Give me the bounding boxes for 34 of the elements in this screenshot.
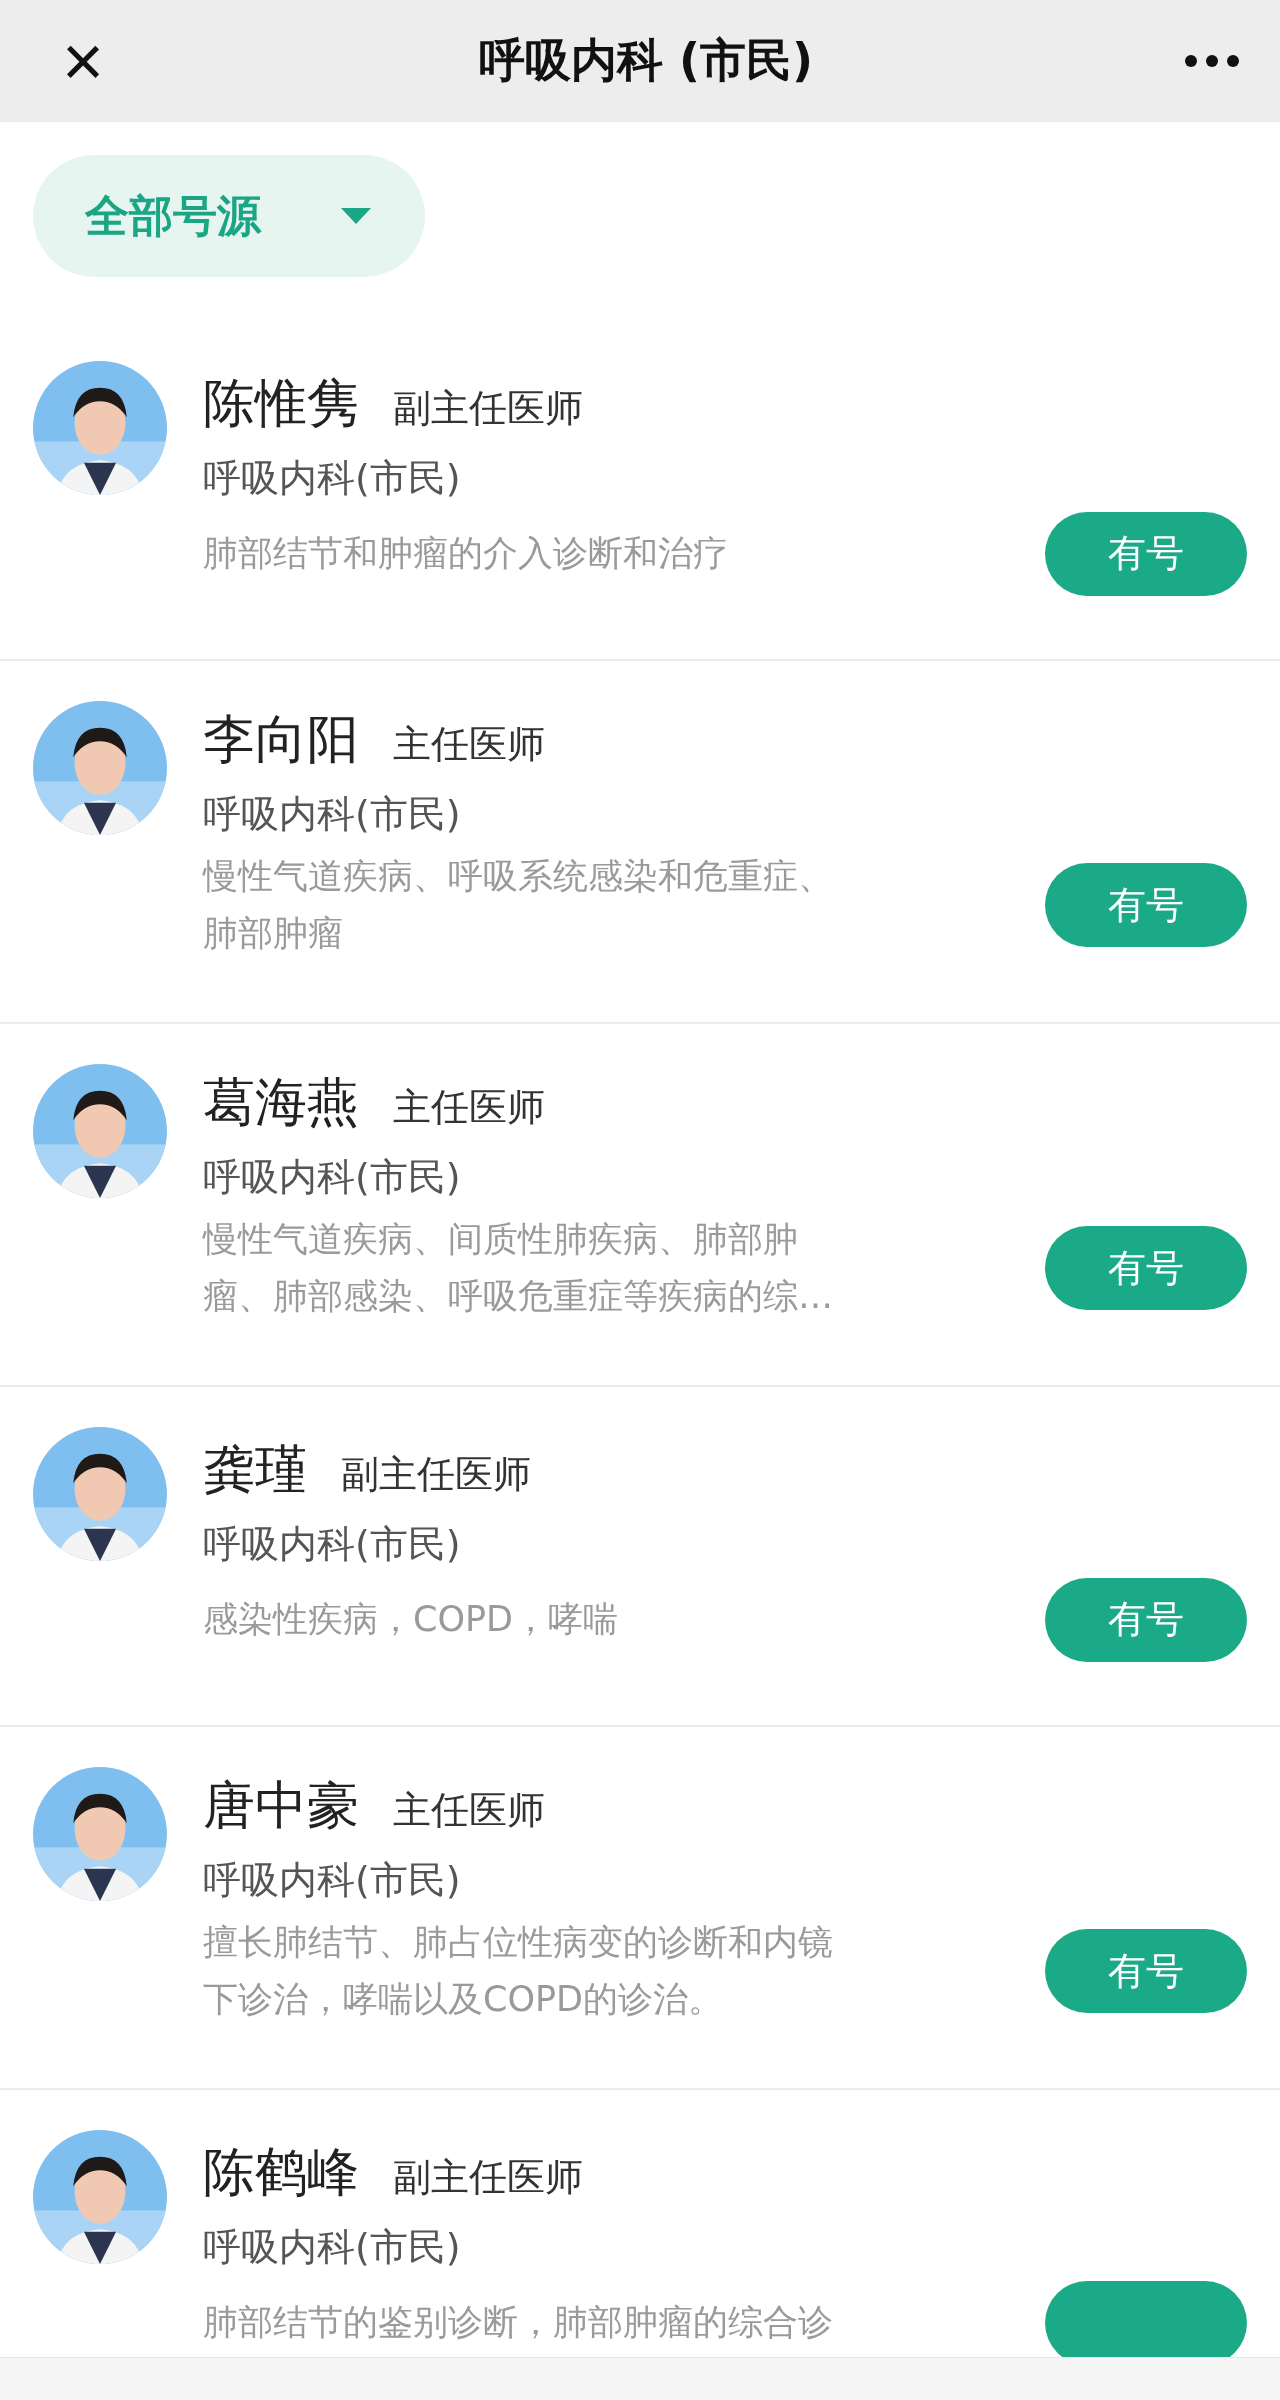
doctor-name: 龚瑾 [203,1437,307,1501]
doctor-name: 陈鹤峰 [203,2140,359,2204]
more-icon[interactable] [1184,54,1240,68]
doctor-name: 葛海燕 [203,1071,359,1134]
specialty-text: 肺部结节的鉴别诊断，肺部肿瘤的综合诊 [203,2301,833,2344]
availability-button[interactable]: 有号 [1045,863,1247,947]
department-label: 呼吸内科(市民) [203,791,462,838]
specialty-text: 肺部结节和肿瘤的介入诊断和治疗 [203,532,728,575]
availability-button[interactable]: 有号 [1045,1226,1247,1310]
availability-button[interactable]: 有号 [1045,1577,1247,1662]
department-label: 呼吸内科(市民) [203,2223,462,2271]
caret-icon [339,206,373,226]
specialty-text: 慢性气道疾病、呼吸系统感染和危重症、肺部肿瘤 [203,855,834,955]
doctor-name: 唐中豪 [203,1774,359,1837]
doctor-name: 陈惟隽 [203,371,359,435]
doctor-title: 主任医师 [393,721,545,768]
source-filter-dropdown[interactable]: 全部号源 [33,155,425,277]
department-label: 呼吸内科(市民) [203,1154,462,1201]
specialty-text: 擅长肺结节、肺占位性病变的诊断和内镜下诊治，哮喘以及COPD的诊治。 [203,1921,834,2021]
department-label: 呼吸内科(市民) [203,454,462,502]
specialty-text: 慢性气道疾病、间质性肺疾病、肺部肿瘤、肺部感染、呼吸危重症等疾病的综… [203,1218,834,1318]
department-label: 呼吸内科(市民) [203,1520,462,1568]
doctor-title: 副主任医师 [341,1450,531,1498]
doctor-title: 副主任医师 [393,384,583,432]
department-label: 呼吸内科(市民) [203,1857,462,1904]
availability-button[interactable]: 有号 [1045,511,1247,596]
doctor-title: 主任医师 [393,1787,545,1834]
availability-button[interactable]: 有号 [1045,1929,1247,2013]
doctor-title: 副主任医师 [393,2153,583,2201]
specialty-text: 感染性疾病，COPD，哮喘 [203,1598,619,1641]
doctor-name: 李向阳 [203,708,359,771]
doctor-title: 主任医师 [393,1084,545,1131]
page-title: 呼吸内科 (市民) [478,32,814,89]
close-button[interactable]: × [58,25,108,97]
